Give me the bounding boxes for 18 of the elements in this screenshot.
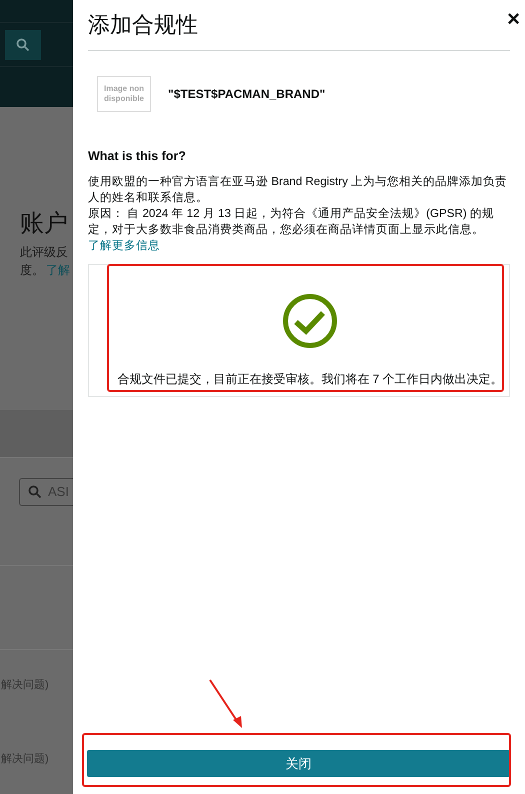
modal-title: 添加合规性 bbox=[88, 11, 198, 39]
close-button[interactable]: 关闭 bbox=[87, 750, 510, 777]
description-text: 使用欧盟的一种官方语言在亚马逊 Brand Registry 上为与您相关的品牌添加负责人的姓名和联系信息。 bbox=[88, 174, 508, 206]
search-icon bbox=[16, 38, 30, 52]
row-text: 解决问题) bbox=[1, 752, 49, 767]
brand-name: "$TEST$PACMAN_BRAND" bbox=[168, 86, 326, 103]
learn-more-link[interactable]: 了解更多信息 bbox=[88, 238, 160, 252]
description-text: 此评级反 bbox=[20, 244, 68, 261]
row-text: 解决问题) bbox=[1, 678, 49, 693]
search-button[interactable] bbox=[5, 30, 41, 60]
check-circle-icon bbox=[282, 292, 338, 349]
description-text: 度。 bbox=[20, 262, 44, 279]
search-icon bbox=[28, 485, 42, 499]
status-message: 合规文件已提交，目前正在接受审核。我们将在 7 个工作日内做出决定。 bbox=[117, 370, 503, 388]
section-heading: What is this for? bbox=[88, 148, 187, 165]
reason-text: 原因： 自 2024 年 12 月 13 日起，为符合《通用产品安全法规》(GPSR) 的规定，对于大多数非食品消费类商品，您必须在商品详情页面上显示此信息。 了解更多信息 bbox=[88, 206, 495, 254]
image-placeholder-text: Image non disponible bbox=[102, 84, 145, 104]
page-heading: 账户 bbox=[20, 212, 68, 236]
